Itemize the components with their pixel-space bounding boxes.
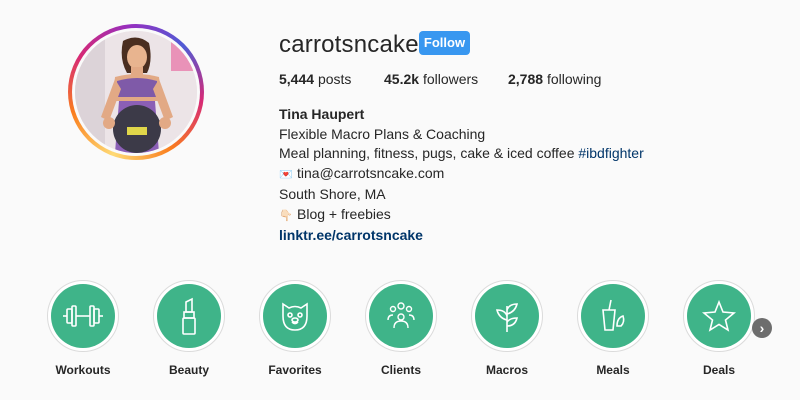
pug-icon <box>282 302 308 331</box>
posts-count: 5,444 <box>279 71 315 87</box>
bio-line-2: Meal planning, fitness, pugs, cake & ice… <box>279 144 644 164</box>
username: carrotsncake <box>279 31 419 58</box>
bio-line-1: Flexible Macro Plans & Coaching <box>279 125 486 142</box>
highlight-label: Deals <box>702 363 736 377</box>
highlight-label: Clients <box>380 363 421 377</box>
bio-blog-line: 👇🏻 Blog + freebies <box>279 205 644 227</box>
bio-name: Tina Haupert <box>279 106 365 122</box>
stat-posts: 5,444 posts <box>279 71 351 87</box>
highlight-workouts[interactable]: Workouts <box>43 280 123 377</box>
followers-count: 45.2k <box>384 71 420 87</box>
avatar-photo <box>75 31 197 153</box>
bio-location: South Shore, MA <box>279 186 386 202</box>
bio-website-link[interactable]: linktr.ee/carrotsncake <box>279 227 423 243</box>
followers-label: followers <box>422 71 479 87</box>
bio-blog: Blog + freebies <box>297 205 391 222</box>
highlight-circle <box>263 284 327 348</box>
highlight-ring <box>365 280 437 352</box>
dumbbell-icon <box>63 305 103 327</box>
highlight-meals[interactable]: Meals <box>573 280 653 377</box>
highlight-circle <box>51 284 115 348</box>
hashtag-link[interactable]: #ibdfighter <box>578 145 643 161</box>
profile-bio: Tina Haupert Flexible Macro Plans & Coac… <box>279 105 644 246</box>
highlight-circle <box>475 284 539 348</box>
highlight-macros[interactable]: Macros <box>467 280 547 377</box>
chevron-right-icon[interactable]: › <box>752 318 772 338</box>
stat-following[interactable]: 2,788 following <box>508 71 601 87</box>
highlight-circle <box>581 284 645 348</box>
profile-avatar-ring[interactable] <box>68 24 204 160</box>
highlight-ring <box>683 280 755 352</box>
following-count: 2,788 <box>508 71 544 87</box>
highlight-ring <box>259 280 331 352</box>
highlight-circle <box>369 284 433 348</box>
avatar-gap <box>72 28 200 156</box>
highlight-beauty[interactable]: Beauty <box>149 280 229 377</box>
highlight-ring <box>471 280 543 352</box>
love-letter-icon: 💌 <box>279 168 293 181</box>
leaf-icon <box>495 303 519 332</box>
highlight-label: Workouts <box>55 363 111 377</box>
drink-icon <box>602 299 625 331</box>
follow-button[interactable]: Follow <box>419 31 470 55</box>
highlight-ring <box>577 280 649 352</box>
highlight-label: Beauty <box>168 363 209 377</box>
highlight-deals[interactable]: Deals <box>679 280 759 377</box>
following-label: following <box>546 71 602 87</box>
highlight-circle <box>157 284 221 348</box>
story-highlights: Workouts Beauty Favorites Clients Macros… <box>0 280 800 380</box>
highlight-ring <box>153 280 225 352</box>
highlight-circle <box>687 284 751 348</box>
highlight-label: Favorites <box>268 363 322 377</box>
posts-label: posts <box>317 71 352 87</box>
group-icon <box>387 302 415 329</box>
avatar[interactable] <box>75 31 197 153</box>
bio-email-line: 💌 tina@carrotsncake.com <box>279 164 644 186</box>
lipstick-icon <box>182 297 196 335</box>
highlight-label: Meals <box>596 363 630 377</box>
pointing-down-icon: 👇🏻 <box>279 209 293 222</box>
stat-followers[interactable]: 45.2k followers <box>384 71 478 87</box>
bio-email: tina@carrotsncake.com <box>297 164 445 181</box>
highlight-favorites[interactable]: Favorites <box>255 280 335 377</box>
highlight-label: Macros <box>485 363 529 377</box>
star-icon <box>701 299 737 332</box>
bio-line-2-text: Meal planning, fitness, pugs, cake & ice… <box>279 145 579 161</box>
highlight-clients[interactable]: Clients <box>361 280 441 377</box>
highlight-ring <box>47 280 119 352</box>
